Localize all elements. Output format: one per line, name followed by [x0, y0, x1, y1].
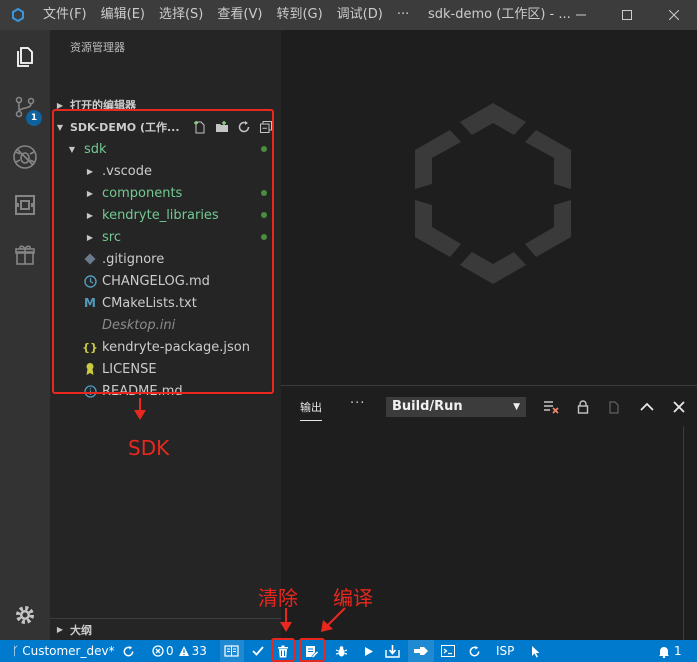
output-channel-value: Build/Run [392, 399, 463, 414]
sidebar-title: 资源管理器 [70, 41, 125, 54]
output-channel-select[interactable]: Build/Run ▼ [386, 397, 526, 417]
open-log-file-icon[interactable] [603, 397, 625, 417]
gift-icon[interactable] [0, 230, 50, 280]
menu-item[interactable]: 编辑(E) [94, 0, 152, 30]
outline-header[interactable]: ▶ 大纲 [50, 618, 281, 640]
output-scrollbar[interactable] [683, 426, 697, 640]
branch-item[interactable]: ᚴ Customer_dev* [12, 640, 115, 662]
menu-item[interactable]: 转到(G) [269, 0, 329, 30]
warning-icon [178, 646, 189, 656]
compile-arrow [318, 606, 348, 634]
scm-badge: 1 [26, 110, 42, 126]
app-logo-icon [0, 0, 36, 30]
settings-gear-icon[interactable] [0, 590, 50, 640]
menu-item[interactable]: 文件(F) [36, 0, 94, 30]
maximize-button[interactable] [604, 0, 650, 30]
menu-item[interactable]: ··· [390, 0, 416, 30]
error-icon [152, 645, 164, 657]
debug-icon[interactable] [0, 132, 50, 182]
clear-arrow [279, 608, 293, 634]
activity-bar: 1 [0, 30, 50, 640]
pointer-icon[interactable] [530, 640, 541, 662]
editor-area [281, 30, 697, 385]
menu-bar: 文件(F) 编辑(E) 选择(S) 查看(V) 转到(G) 调试(D) ··· [36, 0, 416, 30]
clear-highlight-box [271, 638, 295, 662]
terminal-icon[interactable] [441, 640, 455, 662]
panel-more-button[interactable]: ··· [350, 396, 365, 411]
compile-highlight-box [299, 638, 325, 662]
tab-output[interactable]: 输出 [300, 399, 322, 421]
download-icon[interactable] [385, 640, 400, 662]
clear-annotation-label: 清除 [258, 586, 298, 610]
bell-icon [659, 646, 669, 658]
menu-item[interactable]: 查看(V) [210, 0, 269, 30]
chevron-down-icon: ▼ [513, 402, 520, 412]
extensions-icon[interactable] [0, 180, 50, 230]
outline-label: 大纲 [70, 623, 92, 637]
refresh-icon[interactable] [468, 640, 481, 662]
book-icon[interactable] [224, 640, 239, 662]
check-icon[interactable] [252, 640, 264, 662]
maximize-panel-icon[interactable] [636, 397, 658, 417]
notification-count: 1 [674, 644, 682, 658]
problems-item[interactable]: 0 33 [152, 640, 207, 662]
title-bar: 文件(F) 编辑(E) 选择(S) 查看(V) 转到(G) 调试(D) ··· sdk-de… [0, 0, 697, 30]
run-icon[interactable] [364, 640, 374, 662]
window-title: sdk-demo (工作区) - ... [428, 7, 571, 22]
debug-bug-icon[interactable] [335, 640, 348, 662]
error-count: 0 [166, 644, 174, 658]
clear-output-icon[interactable] [540, 397, 562, 417]
sdk-annotation-label: SDK [128, 436, 170, 460]
lock-scroll-icon[interactable] [572, 397, 594, 417]
close-window-button[interactable] [651, 0, 697, 30]
status-bar: ᚴ Customer_dev* 0 33 ISP 1 [0, 640, 697, 662]
menu-item[interactable]: 调试(D) [330, 0, 390, 30]
notifications-item[interactable]: 1 [658, 640, 682, 662]
chevron-right-icon: ▶ [56, 625, 64, 634]
warning-count: 33 [191, 644, 207, 658]
serial-port-icon[interactable] [413, 640, 429, 662]
explorer-icon[interactable] [0, 32, 50, 82]
branch-name: Customer_dev* [22, 644, 115, 658]
minimize-button[interactable] [558, 0, 604, 30]
source-control-icon[interactable]: 1 [0, 82, 50, 132]
isp-button[interactable]: ISP [496, 640, 514, 662]
menu-item[interactable]: 选择(S) [152, 0, 210, 30]
sdk-arrow [132, 398, 148, 422]
sdk-highlight-box [52, 109, 274, 394]
sync-icon[interactable] [122, 640, 135, 662]
close-panel-icon[interactable] [668, 397, 690, 417]
editor-watermark-logo [408, 100, 578, 286]
git-branch-icon: ᚴ [12, 644, 20, 658]
